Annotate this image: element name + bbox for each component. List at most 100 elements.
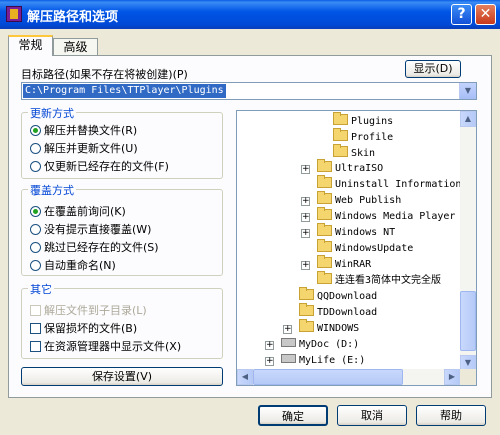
expand-icon[interactable]: + (301, 165, 310, 174)
radio-extract-update[interactable]: 解压并更新文件(U) (30, 142, 138, 156)
expand-icon[interactable]: + (265, 357, 274, 366)
radio-update-existing[interactable]: 仅更新已经存在的文件(F) (30, 160, 169, 174)
radio-label: 没有提示直接覆盖(W) (44, 223, 152, 236)
checkbox-label: 解压文件到子目录(L) (44, 304, 147, 317)
tree-item[interactable]: Windows NT (317, 223, 396, 241)
folder-icon (299, 303, 314, 316)
radio-skip-existing[interactable]: 跳过已经存在的文件(S) (30, 241, 159, 255)
drive-icon (281, 354, 296, 363)
folder-icon (317, 223, 332, 236)
radio-label: 跳过已经存在的文件(S) (44, 241, 159, 254)
radio-auto-rename[interactable]: 自动重命名(N) (30, 259, 116, 273)
folder-icon (317, 271, 332, 284)
winrar-icon (6, 6, 22, 22)
radio-ask-before-overwrite[interactable]: 在覆盖前询问(K) (30, 205, 126, 219)
folder-icon (333, 144, 348, 157)
radio-button-icon (30, 224, 41, 235)
help-title-button[interactable]: ? (451, 4, 472, 25)
overwrite-mode-title: 覆盖方式 (28, 182, 76, 198)
radio-label: 在覆盖前询问(K) (44, 205, 126, 218)
tree-item-label: Skin (351, 148, 376, 159)
cancel-button[interactable]: 取消 (337, 405, 407, 426)
save-settings-button[interactable]: 保存设置(V) (21, 367, 223, 386)
close-button[interactable]: ✕ (475, 4, 496, 25)
checkbox-keep-broken-files[interactable]: 保留损坏的文件(B) (30, 322, 137, 336)
checkbox-show-in-explorer[interactable]: 在资源管理器中显示文件(X) (30, 340, 181, 354)
update-mode-group: 更新方式 解压并替换文件(R) 解压并更新文件(U) 仅更新已经存在的文件(F) (21, 105, 223, 179)
overwrite-mode-group: 覆盖方式 在覆盖前询问(K) 没有提示直接覆盖(W) 跳过已经存在的文件(S) … (21, 182, 223, 276)
ok-button[interactable]: 确定 (258, 405, 328, 426)
expand-icon[interactable]: + (301, 213, 310, 222)
checkbox-label: 在资源管理器中显示文件(X) (44, 340, 182, 353)
tree-item[interactable]: Uninstall Information (317, 175, 462, 193)
tree-item-label: UltraISO (335, 163, 384, 174)
tree-item-label: Windows NT (335, 227, 396, 238)
tree-item-label: Uninstall Information (335, 179, 462, 190)
expand-icon[interactable]: + (283, 325, 292, 334)
tree-item[interactable]: TDDownload (299, 303, 378, 321)
other-options-title: 其它 (28, 281, 54, 297)
checkbox-icon (30, 305, 41, 316)
tree-item-label: Windows Media Player (335, 211, 456, 222)
radio-button-icon (30, 242, 41, 253)
folder-icon (299, 287, 314, 300)
chevron-down-icon[interactable]: ▼ (459, 83, 476, 99)
tree-item[interactable]: MyLife (E:) (281, 353, 365, 369)
radio-extract-replace[interactable]: 解压并替换文件(R) (30, 124, 137, 138)
radio-label: 解压并更新文件(U) (44, 142, 138, 155)
show-button[interactable]: 显示(D) (405, 60, 461, 78)
tree-item[interactable]: Web Publish (317, 191, 401, 209)
folder-icon (317, 191, 332, 204)
expand-icon[interactable]: + (301, 261, 310, 270)
tree-item[interactable]: Skin (333, 144, 376, 162)
tree-item[interactable]: MyDoc (D:) (281, 337, 359, 353)
scroll-up-icon[interactable]: ▲ (460, 111, 476, 127)
tree-item[interactable]: WINDOWS (299, 319, 360, 337)
window-title: 解压路径和选项 (27, 10, 119, 25)
tree-item-label: WinRAR (335, 259, 372, 270)
checkbox-label: 保留损坏的文件(B) (44, 322, 138, 335)
expand-icon[interactable]: + (301, 197, 310, 206)
drive-icon (281, 338, 296, 347)
checkbox-icon (30, 323, 41, 334)
folder-icon (317, 175, 332, 188)
scroll-right-icon[interactable]: ▶ (444, 369, 460, 385)
tree-item-label: TDDownload (317, 307, 378, 318)
tree-item[interactable]: QQDownload (299, 287, 378, 305)
radio-button-icon (30, 143, 41, 154)
folder-icon (317, 255, 332, 268)
checkbox-icon (30, 341, 41, 352)
tree-item-label: Plugins (351, 116, 394, 127)
tree-item[interactable]: Plugins (333, 112, 394, 130)
scroll-corner (460, 369, 476, 385)
tree-item[interactable]: WindowsUpdate (317, 239, 413, 257)
tree-item[interactable]: UltraISO (317, 159, 384, 177)
expand-icon[interactable]: + (301, 229, 310, 238)
tree-item[interactable]: Windows Media Player (317, 207, 456, 225)
tree-item-label: MyLife (E:) (299, 355, 366, 366)
tree-item[interactable]: WinRAR (317, 255, 372, 273)
tree-item-label: WINDOWS (317, 323, 360, 334)
expand-icon[interactable]: + (265, 341, 274, 350)
folder-icon (299, 319, 314, 332)
scroll-left-icon[interactable]: ◀ (237, 369, 253, 385)
scroll-thumb[interactable] (460, 291, 476, 351)
tree-item-label: QQDownload (317, 291, 378, 302)
vertical-scrollbar[interactable]: ▲ ▼ (460, 111, 476, 371)
folder-icon (317, 159, 332, 172)
radio-label: 自动重命名(N) (44, 259, 116, 272)
tree-item[interactable]: 连连看3简体中文完全版 (317, 271, 441, 289)
help-button[interactable]: 帮助 (416, 405, 486, 426)
target-path-combo[interactable]: C:\Program Files\TTPlayer\Plugins ▼ (21, 82, 477, 100)
target-path-value: C:\Program Files\TTPlayer\Plugins (23, 84, 226, 98)
scroll-thumb[interactable] (253, 369, 403, 385)
tab-general[interactable]: 常规 (8, 35, 53, 56)
horizontal-scrollbar[interactable]: ◀ ▶ (237, 369, 460, 385)
folder-tree[interactable]: Plugins Profile Skin + UltraISO Uninstal… (236, 110, 477, 386)
tab-advanced[interactable]: 高级 (53, 38, 98, 56)
folder-icon (333, 112, 348, 125)
radio-overwrite-without-prompt[interactable]: 没有提示直接覆盖(W) (30, 223, 151, 237)
folder-icon (333, 128, 348, 141)
tree-item-label: MyDoc (D:) (299, 339, 360, 350)
tree-item[interactable]: Profile (333, 128, 393, 146)
